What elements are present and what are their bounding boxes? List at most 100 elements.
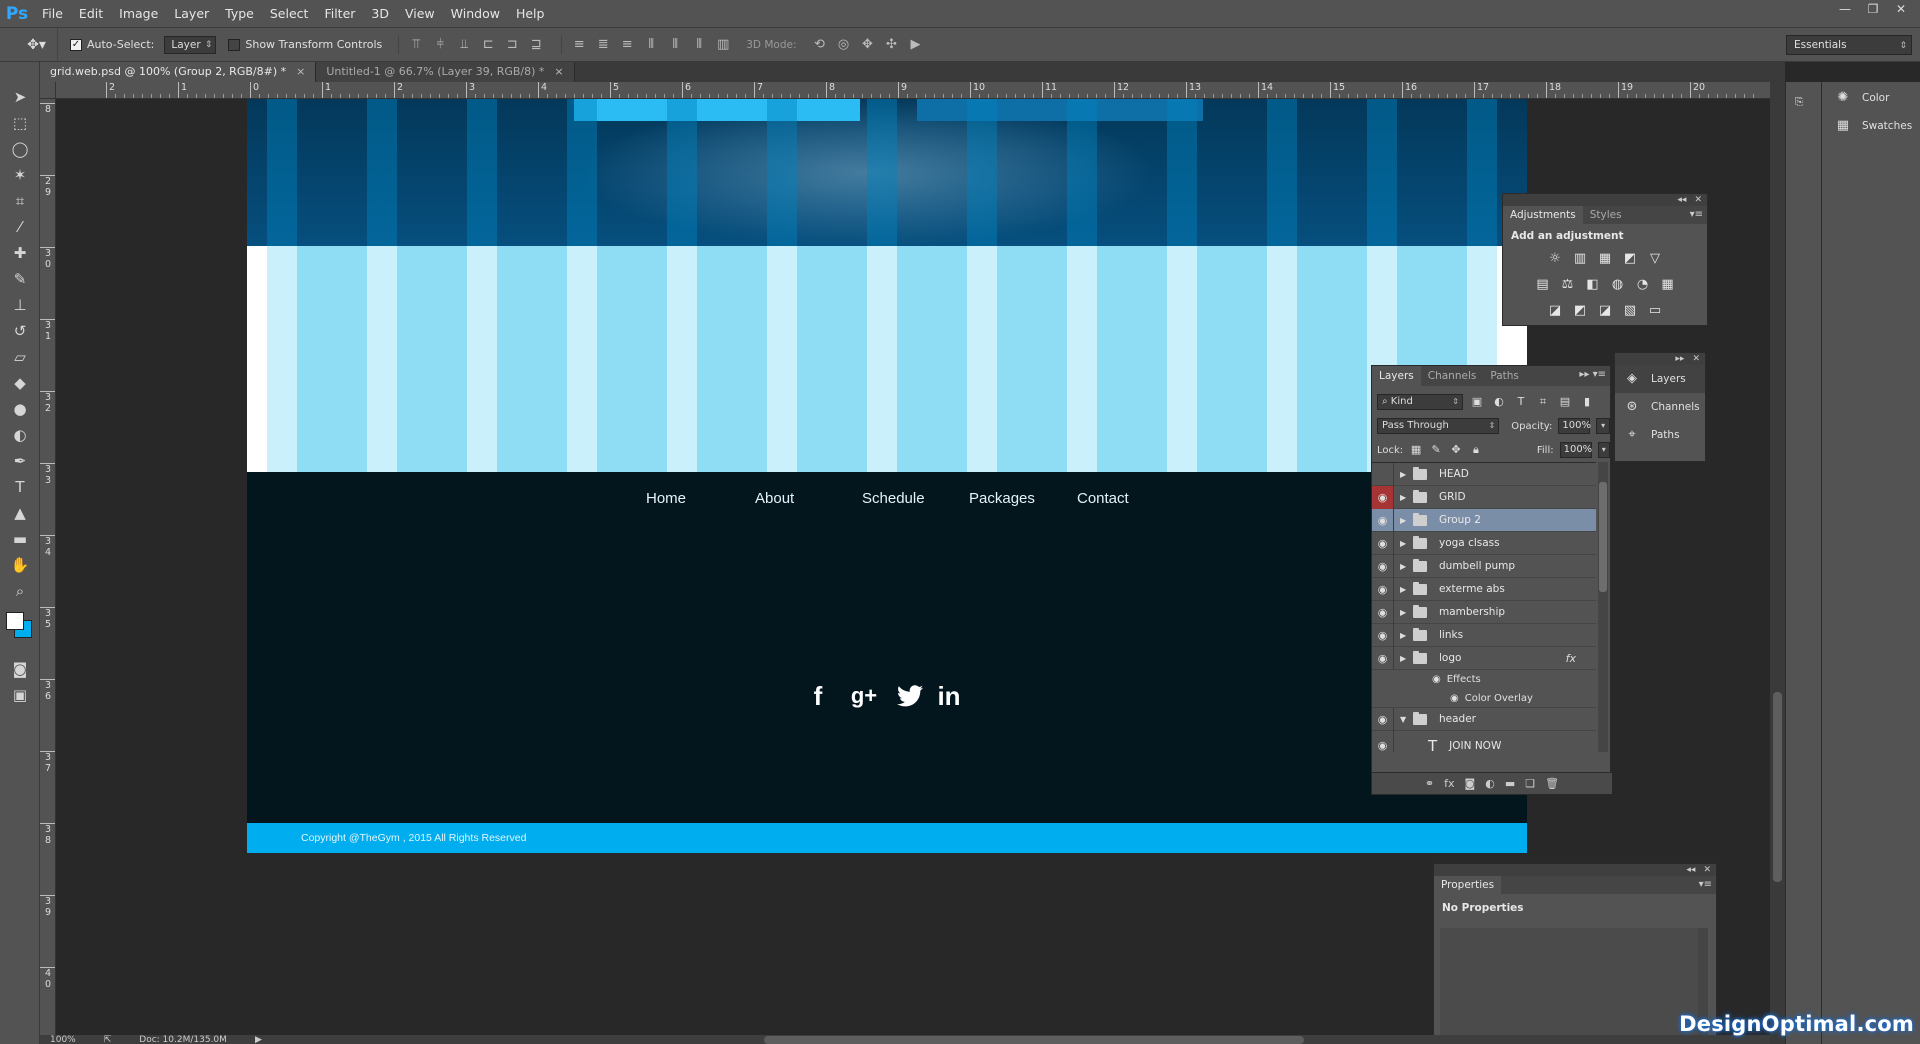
layer-row-group-2[interactable]: ◉ ▶ Group 2	[1372, 508, 1596, 532]
invert-icon[interactable]: ◪	[1547, 303, 1563, 319]
menu-3d[interactable]: 3D	[363, 0, 397, 28]
ruler-origin[interactable]	[40, 82, 56, 99]
expand-arrow-icon[interactable]: ▶	[1400, 585, 1410, 594]
fill-dropdown-icon[interactable]: ▾	[1597, 442, 1611, 458]
menu-select[interactable]: Select	[262, 0, 317, 28]
filter-toggle-icon[interactable]: ▮	[1579, 394, 1595, 410]
align-bottom-icon[interactable]: ⫫	[455, 36, 473, 54]
show-transform-checkbox[interactable]: Show Transform Controls	[228, 38, 382, 51]
close-icon[interactable]: ✕	[1703, 865, 1711, 875]
expand-arrow-icon[interactable]: ▶	[1400, 539, 1410, 548]
align-top-icon[interactable]: ⫪	[407, 36, 425, 54]
expand-arrow-icon[interactable]: ▶	[1400, 516, 1410, 525]
tab-paths[interactable]: Paths	[1483, 366, 1526, 386]
distribute-bottom-icon[interactable]: ≡	[618, 36, 636, 54]
align-left-icon[interactable]: ⊏	[479, 36, 497, 54]
exposure-icon[interactable]: ◩	[1622, 251, 1638, 267]
3d-rotate-icon[interactable]: ⟲	[811, 36, 829, 54]
filter-smart-icon[interactable]: ▤	[1557, 394, 1573, 410]
layer-row-mambership[interactable]: ◉ ▶ mambership	[1372, 600, 1596, 624]
healing-brush-icon[interactable]: ✚	[0, 240, 40, 266]
align-right-icon[interactable]: ⊒	[527, 36, 545, 54]
tab-styles[interactable]: Styles	[1583, 206, 1629, 224]
dock-color-button[interactable]: ✺ Color	[1822, 84, 1920, 112]
layer-row-join-now[interactable]: ◉ T JOIN NOW	[1372, 730, 1596, 752]
foreground-color-swatch[interactable]	[6, 612, 24, 630]
tab-properties[interactable]: Properties	[1434, 876, 1502, 894]
dodge-tool-icon[interactable]: ◐	[0, 422, 40, 448]
panel-menu-icon[interactable]: ▾≡	[1699, 879, 1712, 890]
crop-tool-icon[interactable]: ⌗	[0, 188, 40, 214]
dock-swatches-button[interactable]: ▦ Swatches	[1822, 112, 1920, 140]
footer-nav-packages[interactable]: Packages	[969, 488, 1035, 510]
link-layers-icon[interactable]: ⚭	[1425, 777, 1434, 790]
tab-untitled-1[interactable]: Untitled-1 @ 66.7% (Layer 39, RGB/8) * ×	[316, 62, 575, 82]
minimize-icon[interactable]: —	[1832, 0, 1858, 18]
3d-scale-icon[interactable]: ▶	[907, 36, 925, 54]
eye-icon[interactable]: ◉	[1372, 646, 1394, 670]
3d-pan-icon[interactable]: ✥	[859, 36, 877, 54]
align-vcenter-icon[interactable]: ⫩	[431, 36, 449, 54]
posterize-icon[interactable]: ◩	[1572, 303, 1588, 319]
document-canvas[interactable]: Copyright @TheGym , 2015 All Rights Rese…	[247, 99, 1527, 853]
add-mask-icon[interactable]: ◙	[1465, 777, 1476, 790]
menu-view[interactable]: View	[397, 0, 443, 28]
layer-row-grid[interactable]: ◉ ▶ GRID	[1372, 485, 1596, 509]
expand-icon[interactable]: ▸▸	[1675, 354, 1684, 364]
auto-select-target-select[interactable]: Layer	[164, 35, 217, 54]
3d-roll-icon[interactable]: ◎	[835, 36, 853, 54]
collapse-icon[interactable]: ◂◂	[1686, 865, 1695, 875]
layer-row-logo[interactable]: ◉ ▶ logo fx	[1372, 646, 1596, 670]
collapsed-layers-button[interactable]: ◈ Layers	[1615, 365, 1705, 393]
menu-filter[interactable]: Filter	[316, 0, 363, 28]
expand-arrow-icon[interactable]: ▶	[1400, 470, 1410, 479]
collapsed-channels-button[interactable]: ⊛ Channels	[1615, 393, 1705, 421]
footer-nav-schedule[interactable]: Schedule	[862, 488, 925, 510]
eye-icon[interactable]: ◉	[1372, 554, 1394, 578]
layer-row-header[interactable]: ◉ ▼ header	[1372, 707, 1596, 731]
expand-arrow-icon[interactable]: ▶	[1400, 493, 1410, 502]
marquee-tool-icon[interactable]: ⬚	[0, 110, 40, 136]
eraser-tool-icon[interactable]: ▱	[0, 344, 40, 370]
eye-icon[interactable]: ◉	[1450, 693, 1459, 704]
lasso-tool-icon[interactable]: ◯	[0, 136, 40, 162]
blur-tool-icon[interactable]: ●	[0, 396, 40, 422]
layer-row-yoga-clsass[interactable]: ◉ ▶ yoga clsass	[1372, 531, 1596, 555]
lock-position-icon[interactable]: ✥	[1449, 442, 1463, 458]
tab-adjustments[interactable]: Adjustments	[1503, 206, 1583, 224]
doc-size[interactable]: Doc: 10.2M/135.0M	[139, 1035, 227, 1044]
blend-mode-select[interactable]: Pass Through	[1377, 418, 1500, 434]
facebook-icon[interactable]: f	[803, 681, 833, 711]
layer-kind-select[interactable]: ⌕ Kind	[1377, 394, 1463, 410]
distribute-left-icon[interactable]: ⦀	[642, 36, 660, 54]
brush-tool-icon[interactable]: ✎	[0, 266, 40, 292]
gradient-map-icon[interactable]: ▭	[1647, 303, 1663, 319]
eye-icon[interactable]: ◉	[1372, 508, 1394, 532]
close-icon[interactable]: ✕	[1694, 195, 1702, 205]
menu-window[interactable]: Window	[443, 0, 508, 28]
brightness-icon[interactable]: ☼	[1547, 251, 1563, 267]
menu-image[interactable]: Image	[111, 0, 166, 28]
eye-icon[interactable]: ◉	[1372, 707, 1394, 731]
restore-icon[interactable]: ❐	[1860, 0, 1886, 18]
type-tool-icon[interactable]: T	[0, 474, 40, 500]
pen-tool-icon[interactable]: ✒	[0, 448, 40, 474]
footer-nav-contact[interactable]: Contact	[1077, 488, 1129, 510]
tab-grid-web[interactable]: grid.web.psd @ 100% (Group 2, RGB/8#) * …	[40, 62, 317, 82]
eye-icon[interactable]: ◉	[1372, 730, 1394, 752]
expand-arrow-icon[interactable]: ▶	[1400, 562, 1410, 571]
hand-tool-icon[interactable]: ✋	[0, 552, 40, 578]
menu-edit[interactable]: Edit	[71, 0, 111, 28]
hue-saturation-icon[interactable]: ▤	[1535, 277, 1551, 293]
collapsed-paths-button[interactable]: ⌖ Paths	[1615, 421, 1705, 449]
selective-color-icon[interactable]: ▧	[1622, 303, 1638, 319]
levels-icon[interactable]: ▥	[1572, 251, 1588, 267]
tab-layers[interactable]: Layers	[1372, 366, 1421, 386]
rectangle-tool-icon[interactable]: ▬	[0, 526, 40, 552]
delete-layer-icon[interactable]: 🗑︎	[1545, 777, 1559, 790]
close-icon[interactable]: ✕	[1692, 354, 1700, 364]
close-icon[interactable]: ✕	[1888, 0, 1914, 18]
footer-nav-home[interactable]: Home	[646, 488, 686, 510]
color-lookup-icon[interactable]: ▦	[1660, 277, 1676, 293]
color-overlay-row[interactable]: ◉ Color Overlay	[1372, 689, 1596, 708]
